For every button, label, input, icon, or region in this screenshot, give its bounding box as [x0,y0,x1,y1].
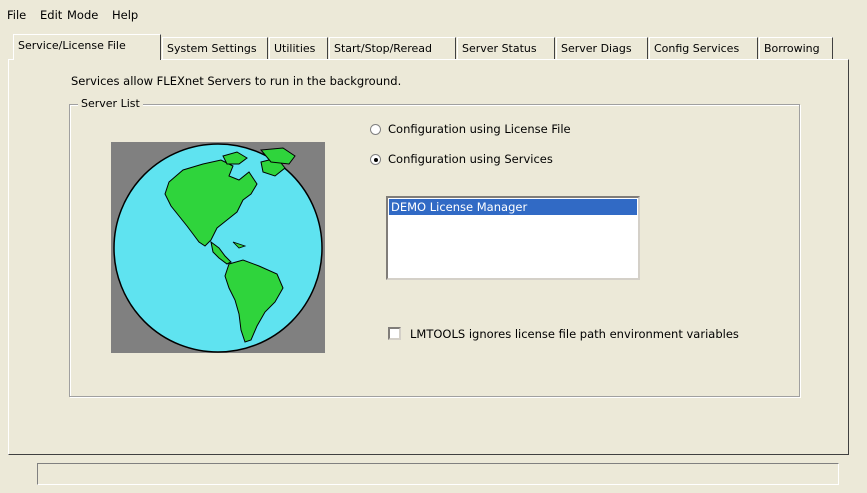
menu-file[interactable]: File [7,8,26,22]
tab-server-status[interactable]: Server Status [457,37,555,59]
radio-license-file-label[interactable]: Configuration using License File [388,122,571,136]
services-listbox[interactable]: DEMO License Manager [386,196,640,280]
radio-selected-dot [374,158,378,162]
globe-icon [113,143,323,353]
menu-help[interactable]: Help [112,8,138,22]
server-list-title: Server List [78,97,143,110]
tab-config-services[interactable]: Config Services [649,37,758,59]
tab-strip: Service/License File System Settings Uti… [0,34,867,60]
menu-edit[interactable]: Edit [40,8,62,22]
radio-services[interactable] [370,154,381,165]
intro-text: Services allow FLEXnet Servers to run in… [71,74,402,88]
tab-start-stop-reread[interactable]: Start/Stop/Reread [329,37,456,59]
list-item-demo-license-manager[interactable]: DEMO License Manager [389,199,637,215]
radio-services-label[interactable]: Configuration using Services [388,152,553,166]
ignore-env-vars-label[interactable]: LMTOOLS ignores license file path enviro… [410,327,739,341]
status-bar [37,463,839,485]
ignore-env-vars-checkbox[interactable] [388,327,401,340]
tab-utilities[interactable]: Utilities [269,37,328,59]
menu-bar: File Edit Mode Help [0,0,867,28]
radio-license-file[interactable] [370,124,381,135]
tab-borrowing[interactable]: Borrowing [759,37,833,59]
menu-mode[interactable]: Mode [67,8,98,22]
tab-system-settings[interactable]: System Settings [162,37,268,59]
globe-image [111,142,325,353]
tab-server-diags[interactable]: Server Diags [556,37,648,59]
window-left-border [0,28,8,493]
tab-service-license-file[interactable]: Service/License File [13,34,161,60]
